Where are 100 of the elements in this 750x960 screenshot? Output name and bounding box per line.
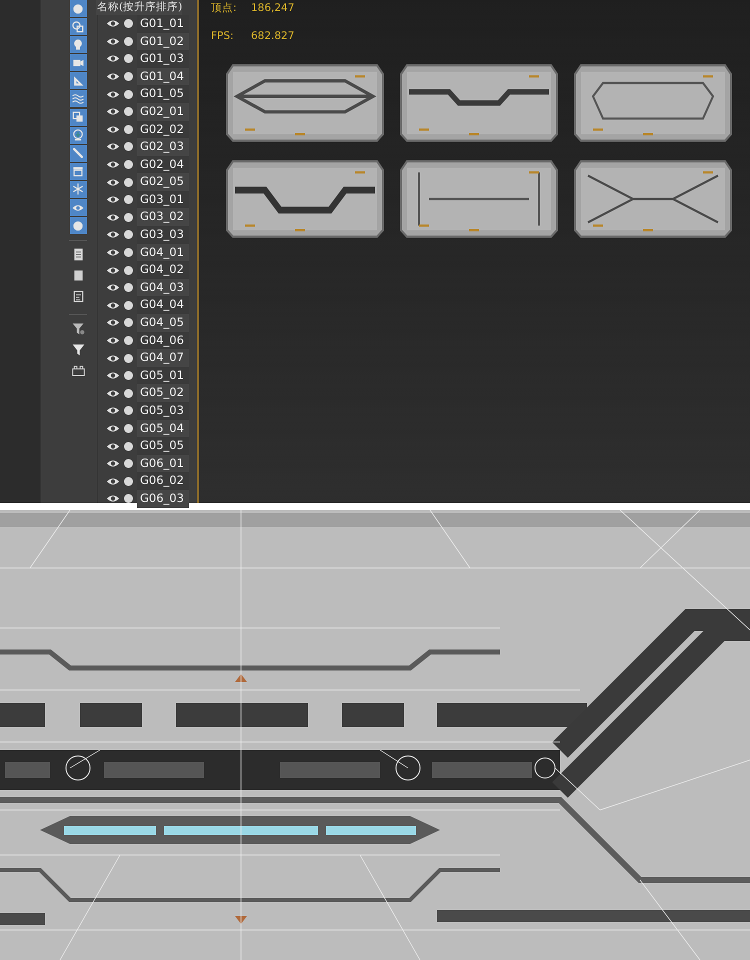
- object-name[interactable]: G01_02: [137, 32, 189, 50]
- eye-icon[interactable]: [106, 283, 120, 292]
- render-dot-icon[interactable]: [124, 142, 133, 152]
- render-dot-icon[interactable]: [124, 442, 133, 451]
- render-dot-icon[interactable]: [124, 388, 133, 398]
- stat-label: 顶点:: [211, 1, 238, 15]
- render-dot-icon[interactable]: [124, 230, 133, 240]
- eye-icon[interactable]: [106, 336, 120, 345]
- render-dot-icon[interactable]: [124, 494, 133, 504]
- column-header[interactable]: 名称(按升序排序): [96, 0, 182, 15]
- render-dot-icon[interactable]: [124, 406, 133, 416]
- object-name[interactable]: G02_05: [137, 173, 189, 191]
- object-name[interactable]: G06_01: [137, 454, 189, 472]
- eye-icon[interactable]: [106, 54, 120, 64]
- globe-pin-icon: [71, 128, 85, 142]
- eye-icon[interactable]: [106, 494, 120, 504]
- render-dot-icon[interactable]: [124, 318, 133, 328]
- render-dot-icon[interactable]: [124, 283, 133, 292]
- eye-icon[interactable]: [106, 178, 120, 187]
- eye-icon[interactable]: [106, 371, 120, 380]
- eye-icon[interactable]: [106, 459, 120, 468]
- eye-icon[interactable]: [106, 212, 120, 222]
- object-name[interactable]: G04_03: [137, 278, 189, 297]
- render-dot-icon[interactable]: [124, 248, 133, 258]
- filter-toggle-button[interactable]: [70, 217, 86, 234]
- filter-toggle-button[interactable]: [70, 0, 86, 17]
- object-name[interactable]: G04_06: [137, 332, 189, 350]
- eye-icon[interactable]: [106, 266, 120, 275]
- eye-icon[interactable]: [106, 107, 120, 116]
- render-dot-icon[interactable]: [124, 371, 133, 380]
- sphere-icon: [71, 2, 85, 16]
- object-name[interactable]: G05_02: [137, 384, 189, 402]
- filter-toggle-button[interactable]: [70, 126, 86, 144]
- eye-icon[interactable]: [106, 388, 120, 398]
- eye-icon[interactable]: [106, 424, 120, 433]
- object-name[interactable]: G01_04: [137, 68, 189, 86]
- render-dot-icon[interactable]: [124, 459, 133, 468]
- filter-toggle-button[interactable]: [70, 144, 86, 162]
- stat-value: 186,247: [251, 1, 294, 15]
- eye-icon[interactable]: [106, 36, 120, 46]
- render-dot-icon[interactable]: [124, 266, 133, 275]
- eye-icon[interactable]: [106, 318, 120, 328]
- object-name[interactable]: G02_03: [137, 138, 189, 156]
- eye-icon[interactable]: [106, 142, 120, 152]
- snowflake-icon: [71, 182, 85, 196]
- filter-toggle-button[interactable]: [70, 18, 86, 36]
- render-dot-icon[interactable]: [124, 160, 133, 170]
- eye-icon[interactable]: [106, 90, 120, 99]
- filter-toggle-button[interactable]: [70, 108, 86, 126]
- eye-icon[interactable]: [106, 248, 120, 258]
- render-dot-icon[interactable]: [124, 195, 133, 204]
- filter-toggle-button[interactable]: [70, 199, 86, 216]
- eye-icon[interactable]: [106, 354, 120, 363]
- render-dot-icon[interactable]: [124, 72, 133, 82]
- layer-block-icon[interactable]: [70, 363, 86, 378]
- render-dot-icon[interactable]: [124, 107, 133, 116]
- box-icon: [71, 164, 85, 178]
- filter-icon[interactable]: [70, 342, 86, 358]
- eye-icon[interactable]: [106, 442, 120, 451]
- render-dot-icon[interactable]: [124, 424, 133, 433]
- eye-icon[interactable]: [106, 406, 120, 416]
- object-name[interactable]: G06_03: [137, 490, 189, 508]
- filter-toggle-button[interactable]: [70, 54, 86, 72]
- render-dot-icon[interactable]: [124, 354, 133, 363]
- filter-toggle-button[interactable]: [70, 180, 86, 198]
- render-dot-icon[interactable]: [124, 19, 133, 28]
- eye-icon[interactable]: [106, 230, 120, 240]
- object-name[interactable]: G04_05: [137, 314, 189, 332]
- object-name[interactable]: G04_07: [137, 349, 189, 367]
- sphere-icon: [71, 218, 85, 233]
- render-dot-icon[interactable]: [124, 212, 133, 222]
- render-dot-icon[interactable]: [124, 54, 133, 64]
- light-bulb-icon: [71, 38, 85, 52]
- object-name[interactable]: G04_01: [137, 244, 189, 262]
- layered-squares-icon: [71, 110, 85, 124]
- filter-toggle-button[interactable]: [70, 36, 86, 54]
- pencil-icon: [71, 146, 85, 160]
- render-dot-icon[interactable]: [124, 336, 133, 345]
- filter-toggle-button[interactable]: [70, 90, 86, 108]
- render-dot-icon[interactable]: [124, 90, 133, 99]
- shapes-icon: [71, 20, 85, 34]
- eye-icon[interactable]: [106, 195, 120, 204]
- eye-icon[interactable]: [106, 160, 120, 170]
- render-dot-icon[interactable]: [124, 178, 133, 187]
- object-name[interactable]: G02_01: [137, 102, 189, 121]
- eye-icon[interactable]: [106, 476, 120, 486]
- object-name[interactable]: G03_02: [137, 208, 189, 226]
- render-dot-icon[interactable]: [124, 300, 133, 310]
- render-dot-icon[interactable]: [124, 36, 133, 46]
- eye-icon[interactable]: [106, 72, 120, 82]
- eye-icon[interactable]: [106, 124, 120, 134]
- render-dot-icon[interactable]: [124, 124, 133, 134]
- filter-gear-icon[interactable]: [70, 321, 86, 336]
- eye-icon[interactable]: [106, 300, 120, 310]
- filter-toggle-button[interactable]: [70, 162, 86, 180]
- object-name[interactable]: G05_04: [137, 420, 189, 438]
- object-name[interactable]: G02_02: [137, 120, 189, 138]
- eye-icon[interactable]: [106, 19, 120, 28]
- filter-toggle-button[interactable]: [70, 72, 86, 90]
- render-dot-icon[interactable]: [124, 476, 133, 486]
